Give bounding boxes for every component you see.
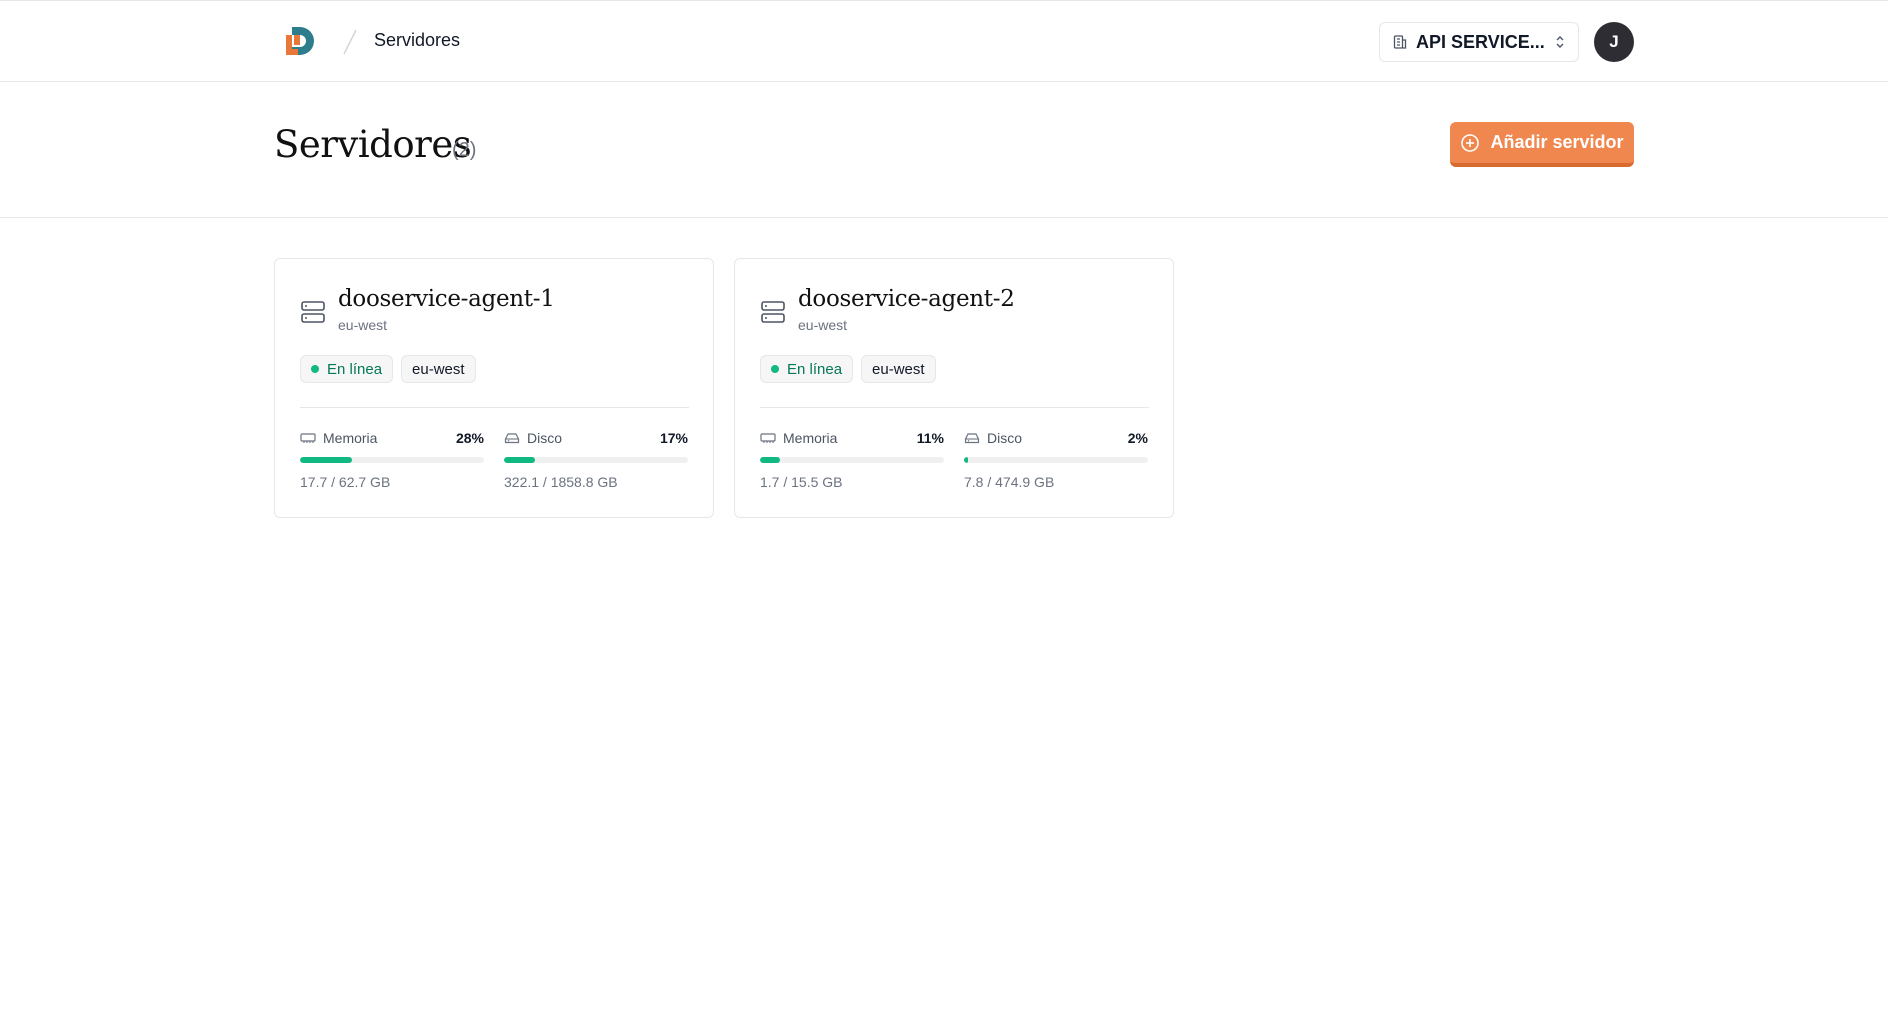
memory-label: Memoria [323, 430, 378, 446]
memory-percent: 28% [455, 430, 484, 446]
status-label: En línea [787, 360, 843, 378]
memory-progress-bar [760, 457, 944, 463]
memory-icon [300, 433, 316, 443]
organization-select[interactable]: API SERVICE... [1379, 22, 1579, 62]
disk-usage: 7.8 / 474.9 GB [964, 474, 1055, 490]
memory-percent: 11% [916, 430, 944, 446]
card-divider [300, 407, 689, 408]
memory-metric: Memoria 11% 1.7 / 15.5 GB [760, 429, 944, 490]
disk-metric: Disco 17% 322.1 / 1858.8 GB [504, 429, 688, 490]
disk-label: Disco [527, 430, 563, 446]
server-icon [761, 301, 785, 323]
memory-usage: 1.7 / 15.5 GB [760, 474, 843, 490]
memory-progress-fill [300, 457, 352, 463]
disk-progress-bar [964, 457, 1148, 463]
top-bar: Servidores API SERVICE... J [0, 0, 1888, 82]
status-label: En línea [327, 360, 383, 378]
disk-progress-bar [504, 457, 688, 463]
server-name[interactable]: dooservice-agent-1 [338, 286, 555, 312]
server-card[interactable]: dooservice-agent-2 eu-west En línea eu-w… [734, 258, 1174, 518]
status-badge: En línea [300, 355, 394, 383]
breadcrumb-separator-icon [343, 29, 357, 55]
server-name[interactable]: dooservice-agent-2 [798, 286, 1015, 312]
memory-progress-fill [760, 457, 781, 463]
plus-circle-icon [1461, 133, 1480, 152]
add-server-label: Añadir servidor [1490, 132, 1624, 152]
hard-drive-icon [964, 433, 980, 444]
status-badge: En línea [760, 355, 854, 383]
disk-percent: 17% [659, 430, 688, 446]
organization-name: API SERVICE... [1416, 31, 1545, 52]
memory-usage: 17.7 / 62.7 GB [300, 474, 391, 490]
app-logo[interactable] [282, 23, 318, 59]
building-icon [1393, 35, 1407, 49]
memory-icon [760, 433, 776, 443]
user-avatar[interactable]: J [1594, 22, 1634, 62]
server-badges: En línea eu-west [760, 355, 936, 383]
online-dot-icon [771, 365, 779, 373]
disk-progress-fill [964, 457, 968, 463]
server-region: eu-west [338, 317, 388, 333]
chevron-up-down-icon [1556, 36, 1564, 48]
region-badge: eu-west [861, 355, 936, 383]
server-card[interactable]: dooservice-agent-1 eu-west En línea eu-w… [274, 258, 714, 518]
server-region: eu-west [798, 317, 848, 333]
server-count: (2) [452, 139, 477, 161]
disk-percent: 2% [1127, 430, 1148, 446]
card-divider [760, 407, 1149, 408]
server-icon [301, 301, 325, 323]
disk-usage: 322.1 / 1858.8 GB [504, 474, 618, 490]
disk-progress-fill [504, 457, 536, 463]
disk-metric: Disco 2% 7.8 / 474.9 GB [964, 429, 1148, 490]
breadcrumb-servers[interactable]: Servidores [374, 30, 460, 51]
server-badges: En línea eu-west [300, 355, 476, 383]
hard-drive-icon [504, 433, 520, 444]
region-badge: eu-west [401, 355, 476, 383]
page-header: Servidores (2) Añadir servidor [0, 82, 1888, 218]
online-dot-icon [311, 365, 319, 373]
memory-metric: Memoria 28% 17.7 / 62.7 GB [300, 429, 484, 490]
memory-label: Memoria [783, 430, 838, 446]
add-server-button[interactable]: Añadir servidor [1450, 122, 1634, 167]
page-title: Servidores [274, 123, 472, 166]
memory-progress-bar [300, 457, 484, 463]
disk-label: Disco [987, 430, 1023, 446]
